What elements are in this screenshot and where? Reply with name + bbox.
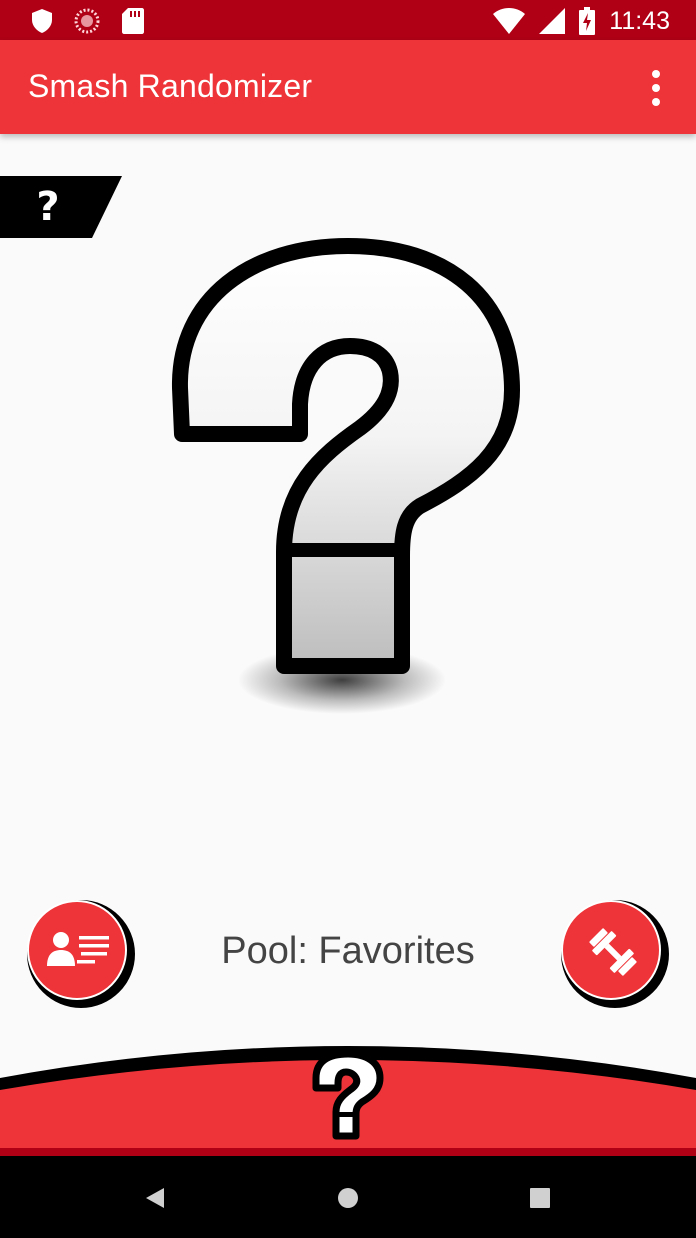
back-icon[interactable] (134, 1176, 178, 1220)
home-icon[interactable] (326, 1176, 370, 1220)
character-list-button[interactable] (27, 900, 135, 1008)
loading-icon (74, 8, 100, 34)
question-mark-icon (171, 238, 520, 714)
character-list-icon (47, 932, 109, 966)
sd-card-icon (122, 8, 144, 34)
training-button[interactable] (561, 900, 669, 1008)
randomize-button[interactable] (308, 1050, 388, 1142)
status-time: 11:43 (609, 7, 670, 35)
character-name: ? (36, 184, 60, 230)
signal-icon (539, 8, 566, 34)
app-title: Smash Randomizer (28, 68, 313, 104)
wifi-icon (493, 8, 526, 34)
battery-charging-icon (579, 7, 596, 35)
more-vert-icon[interactable] (634, 64, 678, 112)
question-mark-icon (312, 1050, 384, 1140)
recents-icon[interactable] (518, 1176, 562, 1220)
app-bar: Smash Randomizer (0, 40, 696, 134)
status-bar: 11:43 (0, 0, 696, 40)
shield-icon (32, 9, 52, 33)
navigation-bar (0, 1156, 696, 1238)
dumbbell-icon (589, 928, 637, 976)
pool-label: Pool: Favorites (221, 930, 475, 972)
